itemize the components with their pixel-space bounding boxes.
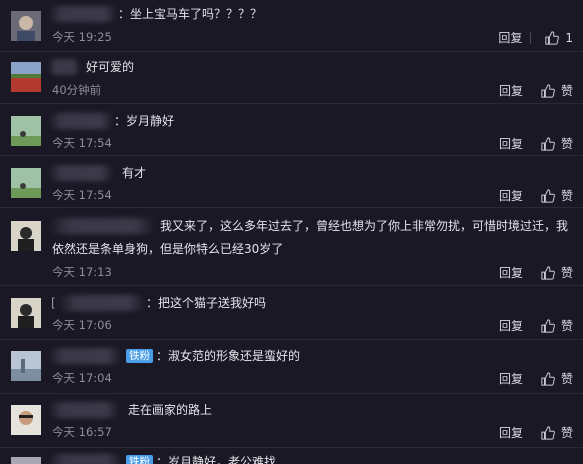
like-button[interactable]: 赞 xyxy=(541,317,573,334)
thumbs-up-icon xyxy=(545,30,560,45)
reply-button[interactable]: 回复 xyxy=(498,29,522,46)
fan-badge: 铁粉 xyxy=(126,455,153,464)
comment-text: ：把这个猫子送我好吗 xyxy=(146,296,267,310)
like-label: 赞 xyxy=(560,84,573,98)
avatar[interactable] xyxy=(11,116,41,146)
username-redacted[interactable] xyxy=(48,113,114,129)
thumbs-up-icon xyxy=(541,136,555,151)
comment-text: ：岁月静好，老公难找 xyxy=(156,455,277,464)
like-label: 赞 xyxy=(560,189,573,203)
like-label: 赞 xyxy=(560,137,573,151)
avatar[interactable] xyxy=(11,11,41,41)
reply-button[interactable]: 回复 xyxy=(499,187,523,204)
divider xyxy=(530,31,532,44)
reply-button[interactable]: 回复 xyxy=(499,317,523,334)
thumbs-up-icon xyxy=(541,371,555,386)
comment-text-wrap: 铁粉 ：淑女范的形象还是蛮好的 xyxy=(126,345,300,367)
like-button[interactable]: 赞 xyxy=(541,264,573,281)
thumbs-up-icon xyxy=(541,318,555,333)
comment-text-wrap: 铁粉 ：岁月静好，老公难找 xyxy=(126,451,276,464)
like-button[interactable]: 赞 xyxy=(541,82,573,99)
username-redacted[interactable] xyxy=(48,218,156,234)
comment-time: 40分钟前 xyxy=(52,83,102,97)
username-redacted[interactable] xyxy=(48,59,80,75)
comment-time: 今天 17:04 xyxy=(52,371,112,385)
fan-badge: 铁粉 xyxy=(126,349,153,363)
username-redacted[interactable] xyxy=(48,402,120,418)
comment-text: ：淑女范的形象还是蛮好的 xyxy=(156,349,301,363)
reply-button[interactable]: 回复 xyxy=(499,370,523,387)
reply-button[interactable]: 回复 xyxy=(499,135,523,152)
avatar[interactable] xyxy=(11,298,41,328)
comment-item: [ ：把这个猫子送我好吗 今天 17:06 回复 赞 xyxy=(0,286,583,340)
like-label: 赞 xyxy=(560,426,573,440)
comment-actions: 回复 赞 xyxy=(499,135,573,152)
comment-item: ：坐上宝马车了吗？？？？ 今天 19:25 回复 1 xyxy=(0,0,583,52)
comment-item: 走在画家的路上 今天 16:57 回复 赞 xyxy=(0,394,583,448)
avatar[interactable] xyxy=(11,62,41,92)
avatar[interactable] xyxy=(11,351,41,381)
comment-time: 今天 17:06 xyxy=(52,318,112,332)
avatar[interactable] xyxy=(11,168,41,198)
comment-actions: 回复 赞 xyxy=(499,264,573,281)
like-button[interactable]: 赞 xyxy=(541,135,573,152)
comment-text: ：岁月静好 xyxy=(114,114,175,128)
comment-actions: 回复 1 xyxy=(498,29,573,46)
comment-text: 走在画家的路上 xyxy=(128,403,213,417)
thumbs-up-icon xyxy=(541,425,555,440)
comment-actions: 回复 赞 xyxy=(499,424,573,441)
comment-item: 铁粉 ：淑女范的形象还是蛮好的 今天 17:04 回复 赞 xyxy=(0,340,583,394)
comment-text: ：坐上宝马车了吗？？？？ xyxy=(118,7,263,21)
like-button[interactable]: 1 xyxy=(545,31,573,45)
like-label: 赞 xyxy=(560,266,573,280)
avatar[interactable] xyxy=(11,221,41,251)
like-label: 赞 xyxy=(560,319,573,333)
reply-button[interactable]: 回复 xyxy=(499,424,523,441)
avatar[interactable] xyxy=(11,405,41,435)
thumbs-up-icon xyxy=(541,265,555,280)
comment-text: 有才 xyxy=(122,166,147,180)
comment-time: 今天 17:54 xyxy=(52,188,112,202)
comment-actions: 回复 赞 xyxy=(499,187,573,204)
comment-actions: 回复 赞 xyxy=(499,370,573,387)
username-redacted[interactable] xyxy=(48,165,114,181)
comment-item: 有才 今天 17:54 回复 赞 xyxy=(0,156,583,208)
like-count: 1 xyxy=(565,30,573,45)
comment-text: 好可爱的 xyxy=(86,60,135,74)
like-button[interactable]: 赞 xyxy=(541,370,573,387)
like-button[interactable]: 赞 xyxy=(541,187,573,204)
thumbs-up-icon xyxy=(541,188,555,203)
avatar[interactable] xyxy=(11,457,41,464)
thumbs-up-icon xyxy=(541,83,555,98)
comment-text-line2: 依然还是条单身狗，但是你特么已经30岁了 xyxy=(52,242,284,256)
username-redacted[interactable] xyxy=(58,295,146,311)
comment-time: 今天 17:54 xyxy=(52,136,112,150)
comment-time: 今天 19:25 xyxy=(52,30,112,44)
comment-item: 好可爱的 40分钟前 回复 赞 xyxy=(0,52,583,104)
comment-text-line1: 我又来了，这么多年过去了，曾经也想为了你上非常勿扰，可惜时境过迁，我 xyxy=(160,219,569,233)
like-button[interactable]: 赞 xyxy=(541,424,573,441)
reply-button[interactable]: 回复 xyxy=(499,82,523,99)
username-redacted[interactable] xyxy=(48,348,122,364)
reply-button[interactable]: 回复 xyxy=(499,264,523,281)
comment-actions: 回复 赞 xyxy=(499,82,573,99)
comment-time: 今天 17:13 xyxy=(52,265,112,279)
comment-list: ：坐上宝马车了吗？？？？ 今天 19:25 回复 1 好可爱的 40分钟前 回复… xyxy=(0,0,583,464)
like-label: 赞 xyxy=(560,372,573,386)
username-prefix: [ xyxy=(51,296,56,310)
comment-item: 铁粉 ：岁月静好，老公难找 xyxy=(0,448,583,464)
username-redacted[interactable] xyxy=(48,6,118,22)
comment-item: ：岁月静好 今天 17:54 回复 赞 xyxy=(0,104,583,156)
comment-item: 我又来了，这么多年过去了，曾经也想为了你上非常勿扰，可惜时境过迁，我 依然还是条… xyxy=(0,208,583,286)
username-redacted[interactable] xyxy=(48,454,122,464)
comment-time: 今天 16:57 xyxy=(52,425,112,439)
comment-actions: 回复 赞 xyxy=(499,317,573,334)
